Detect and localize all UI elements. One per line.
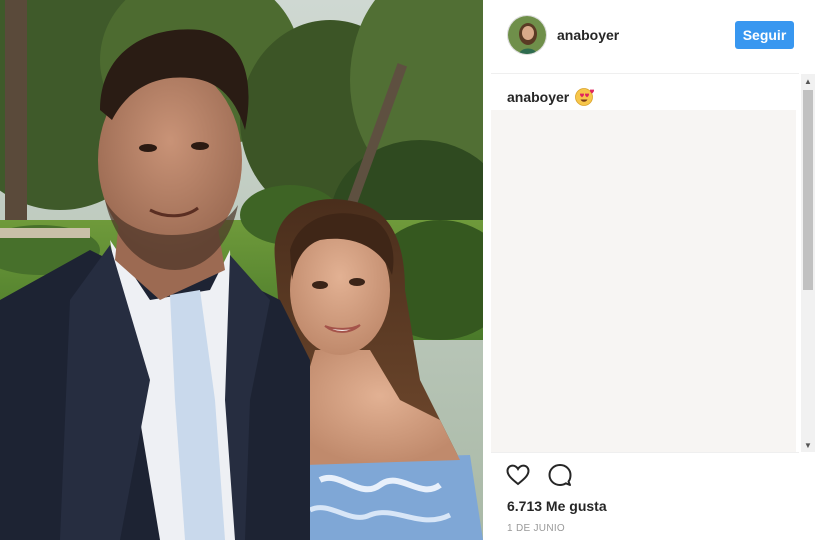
comments-list [491,110,796,452]
actions-divider [491,452,799,453]
post-photo[interactable] [0,0,483,540]
comment-bubble-icon[interactable] [547,462,573,488]
likes-count[interactable]: 6.713 Me gusta [507,498,607,514]
header-username-link[interactable]: anaboyer [557,27,619,43]
caption-username-link[interactable]: anaboyer [507,89,569,105]
post-actions [505,462,573,490]
scrollbar-thumb[interactable] [803,90,813,290]
avatar-image [508,16,546,54]
photo-image [0,0,483,540]
post-side-panel: anaboyer Seguir anaboyer ▲ ▼ 6.713 Me gu… [483,0,815,540]
post-header: anaboyer Seguir [483,0,815,72]
follow-button[interactable]: Seguir [735,21,794,49]
comments-section: anaboyer [483,74,815,452]
avatar[interactable] [507,15,547,55]
heart-eyes-emoji-icon [575,88,597,106]
comments-scrollbar[interactable]: ▲ ▼ [801,74,815,452]
caption: anaboyer [507,88,597,106]
scroll-down-arrow-icon[interactable]: ▼ [801,438,815,452]
heart-outline-icon[interactable] [505,462,531,488]
post-date[interactable]: 1 DE JUNIO [507,523,565,534]
scroll-up-arrow-icon[interactable]: ▲ [801,74,815,88]
